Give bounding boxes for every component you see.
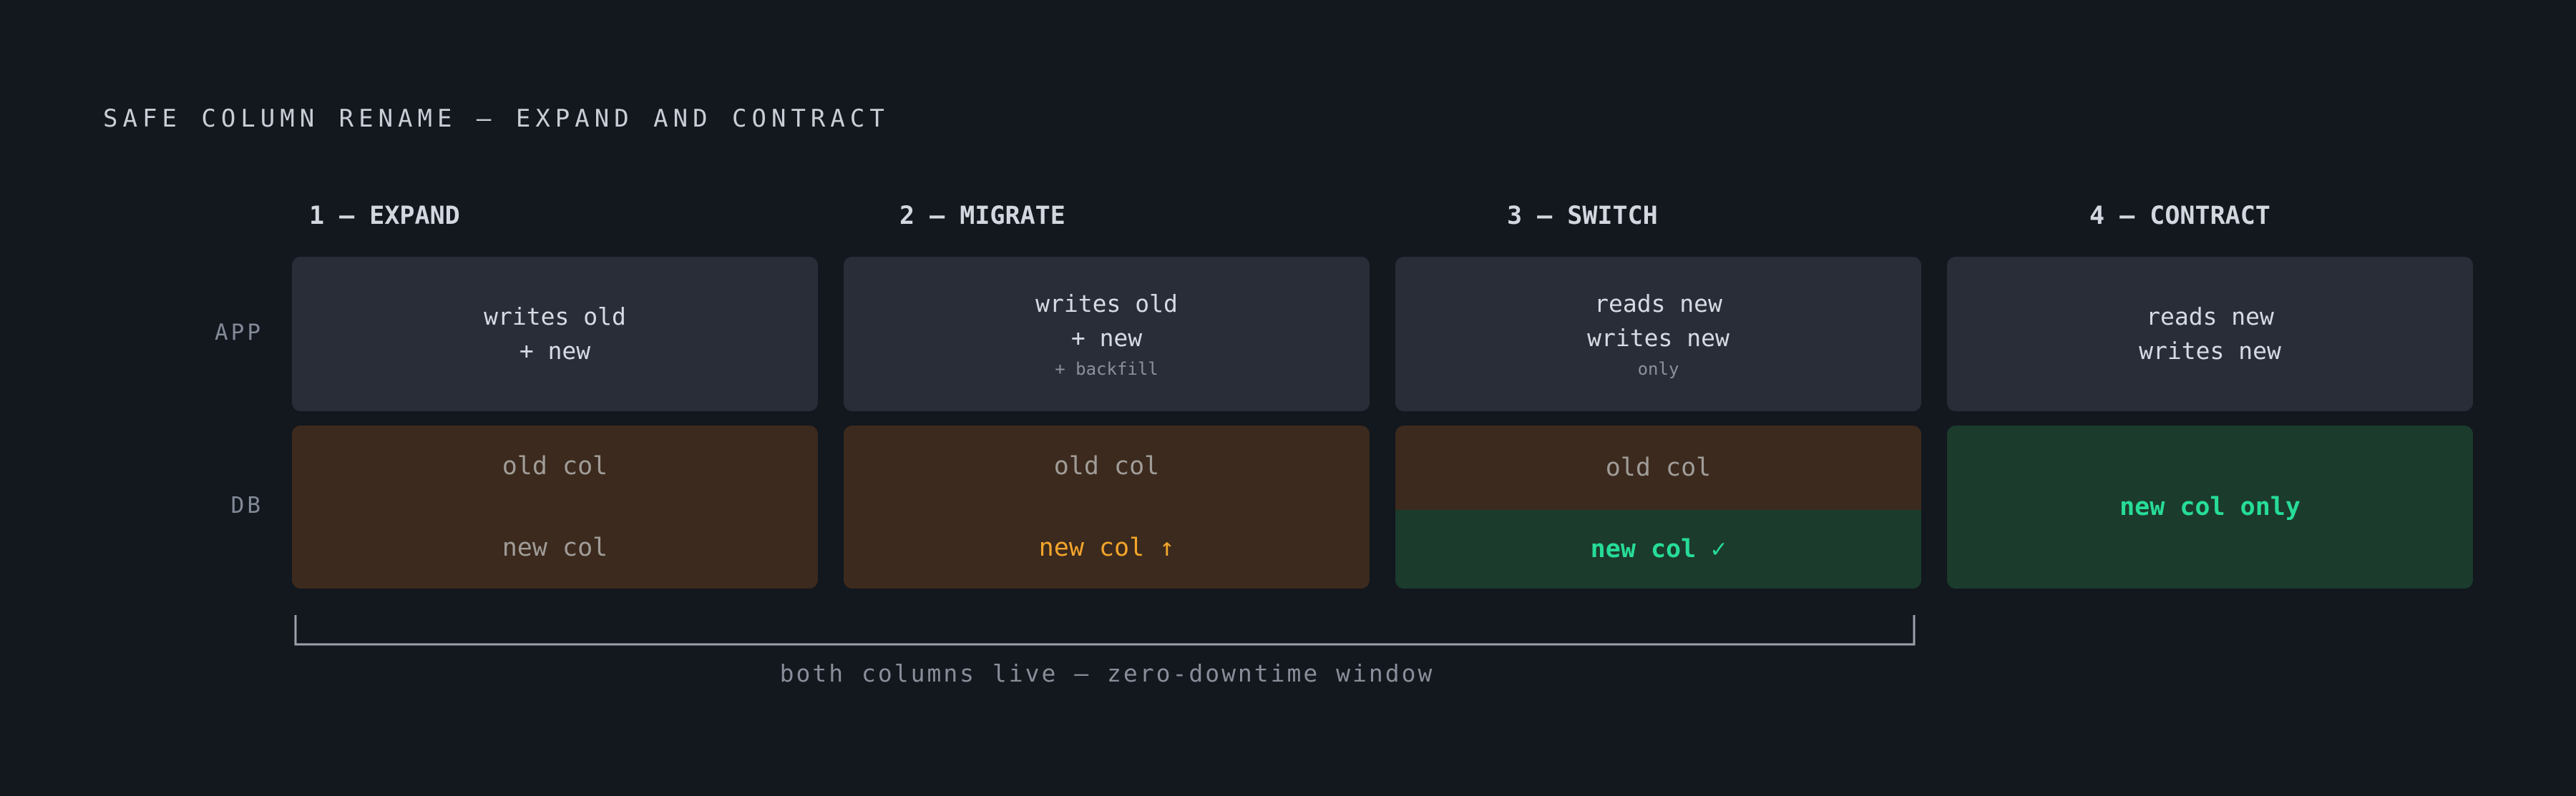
window-caption: both columns live — zero-downtime window [779, 659, 1435, 687]
bracket-line [294, 615, 1916, 646]
